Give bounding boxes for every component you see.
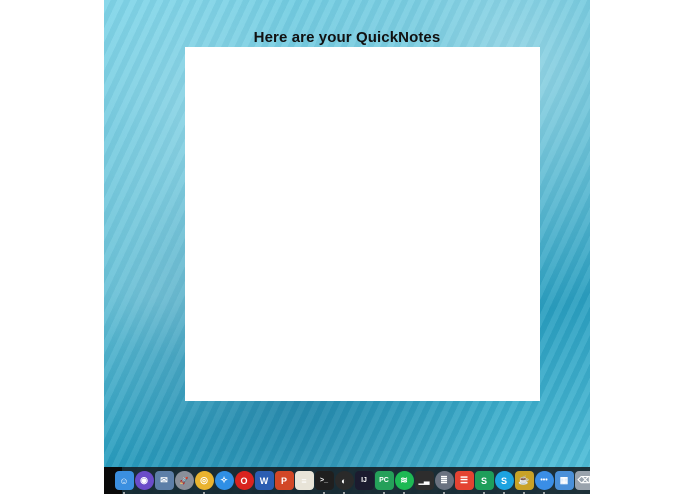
preview-glyph: ▦ xyxy=(559,475,569,485)
todoist-icon[interactable]: ☰ xyxy=(454,471,474,490)
notes-icon[interactable]: ≡ xyxy=(294,471,314,490)
activity-monitor-icon[interactable]: ▁▃ xyxy=(414,471,434,490)
siri-icon[interactable]: ◉ xyxy=(134,471,154,490)
desktop: Here are your QuickNotes ☺ ◉ ✉ 🚀 ◎ ✧ O W P ≡ >_ ◐ IJ… xyxy=(104,0,590,494)
preview-icon[interactable]: ▦ xyxy=(554,471,574,490)
trash-glyph: ⌫ xyxy=(577,475,590,485)
opera-icon[interactable]: O xyxy=(234,471,254,490)
safari-glyph: ✧ xyxy=(220,475,228,485)
mail-icon[interactable]: ✉ xyxy=(154,471,174,490)
window-title: Here are your QuickNotes xyxy=(253,29,441,46)
coffee-glyph: ☕ xyxy=(518,475,530,485)
chrome-icon[interactable]: ◎ xyxy=(194,471,214,494)
database-icon[interactable]: ≣ xyxy=(434,471,454,494)
quicknotes-panel[interactable] xyxy=(185,47,540,401)
sheets-icon[interactable]: S xyxy=(474,471,494,494)
terminal-glyph: >_ xyxy=(320,477,328,484)
word-icon[interactable]: W xyxy=(254,471,274,490)
spotify-glyph: ≋ xyxy=(400,475,408,485)
chrome-glyph: ◎ xyxy=(200,475,208,485)
trash-icon[interactable]: ⌫ xyxy=(574,471,590,490)
github-glyph: ◐ xyxy=(341,475,347,486)
messages-icon[interactable]: ••• xyxy=(534,471,554,494)
finder-icon[interactable]: ☺ xyxy=(114,471,134,494)
terminal-icon[interactable]: >_ xyxy=(314,471,334,494)
sheets-glyph: S xyxy=(480,475,487,486)
dock: ☺ ◉ ✉ 🚀 ◎ ✧ O W P ≡ >_ ◐ IJ PC ≋ ▁▃ ≣ ☰ S S ☕ ••• ▦ ⌫ xyxy=(104,467,590,494)
powerpoint-glyph: P xyxy=(280,475,287,486)
intellij-glyph: IJ xyxy=(361,477,367,484)
messages-glyph: ••• xyxy=(540,477,548,484)
powerpoint-icon[interactable]: P xyxy=(274,471,294,490)
mail-glyph: ✉ xyxy=(160,475,168,485)
safari-icon[interactable]: ✧ xyxy=(214,471,234,490)
intellij-icon[interactable]: IJ xyxy=(354,471,374,490)
opera-glyph: O xyxy=(240,475,248,486)
launchpad-icon[interactable]: 🚀 xyxy=(174,471,194,490)
launchpad-glyph: 🚀 xyxy=(179,477,189,485)
word-glyph: W xyxy=(259,475,269,486)
pycharm-icon[interactable]: PC xyxy=(374,471,394,494)
pycharm-glyph: PC xyxy=(379,477,389,484)
spotify-icon[interactable]: ≋ xyxy=(394,471,414,494)
todoist-glyph: ☰ xyxy=(459,475,469,485)
siri-glyph: ◉ xyxy=(140,475,148,485)
notes-glyph: ≡ xyxy=(301,475,307,486)
database-glyph: ≣ xyxy=(440,475,448,485)
activity-monitor-glyph: ▁▃ xyxy=(418,477,430,485)
skype-glyph: S xyxy=(500,475,507,486)
finder-glyph: ☺ xyxy=(119,475,129,486)
coffee-icon[interactable]: ☕ xyxy=(514,471,534,494)
skype-icon[interactable]: S xyxy=(494,471,514,494)
github-icon[interactable]: ◐ xyxy=(334,471,354,494)
